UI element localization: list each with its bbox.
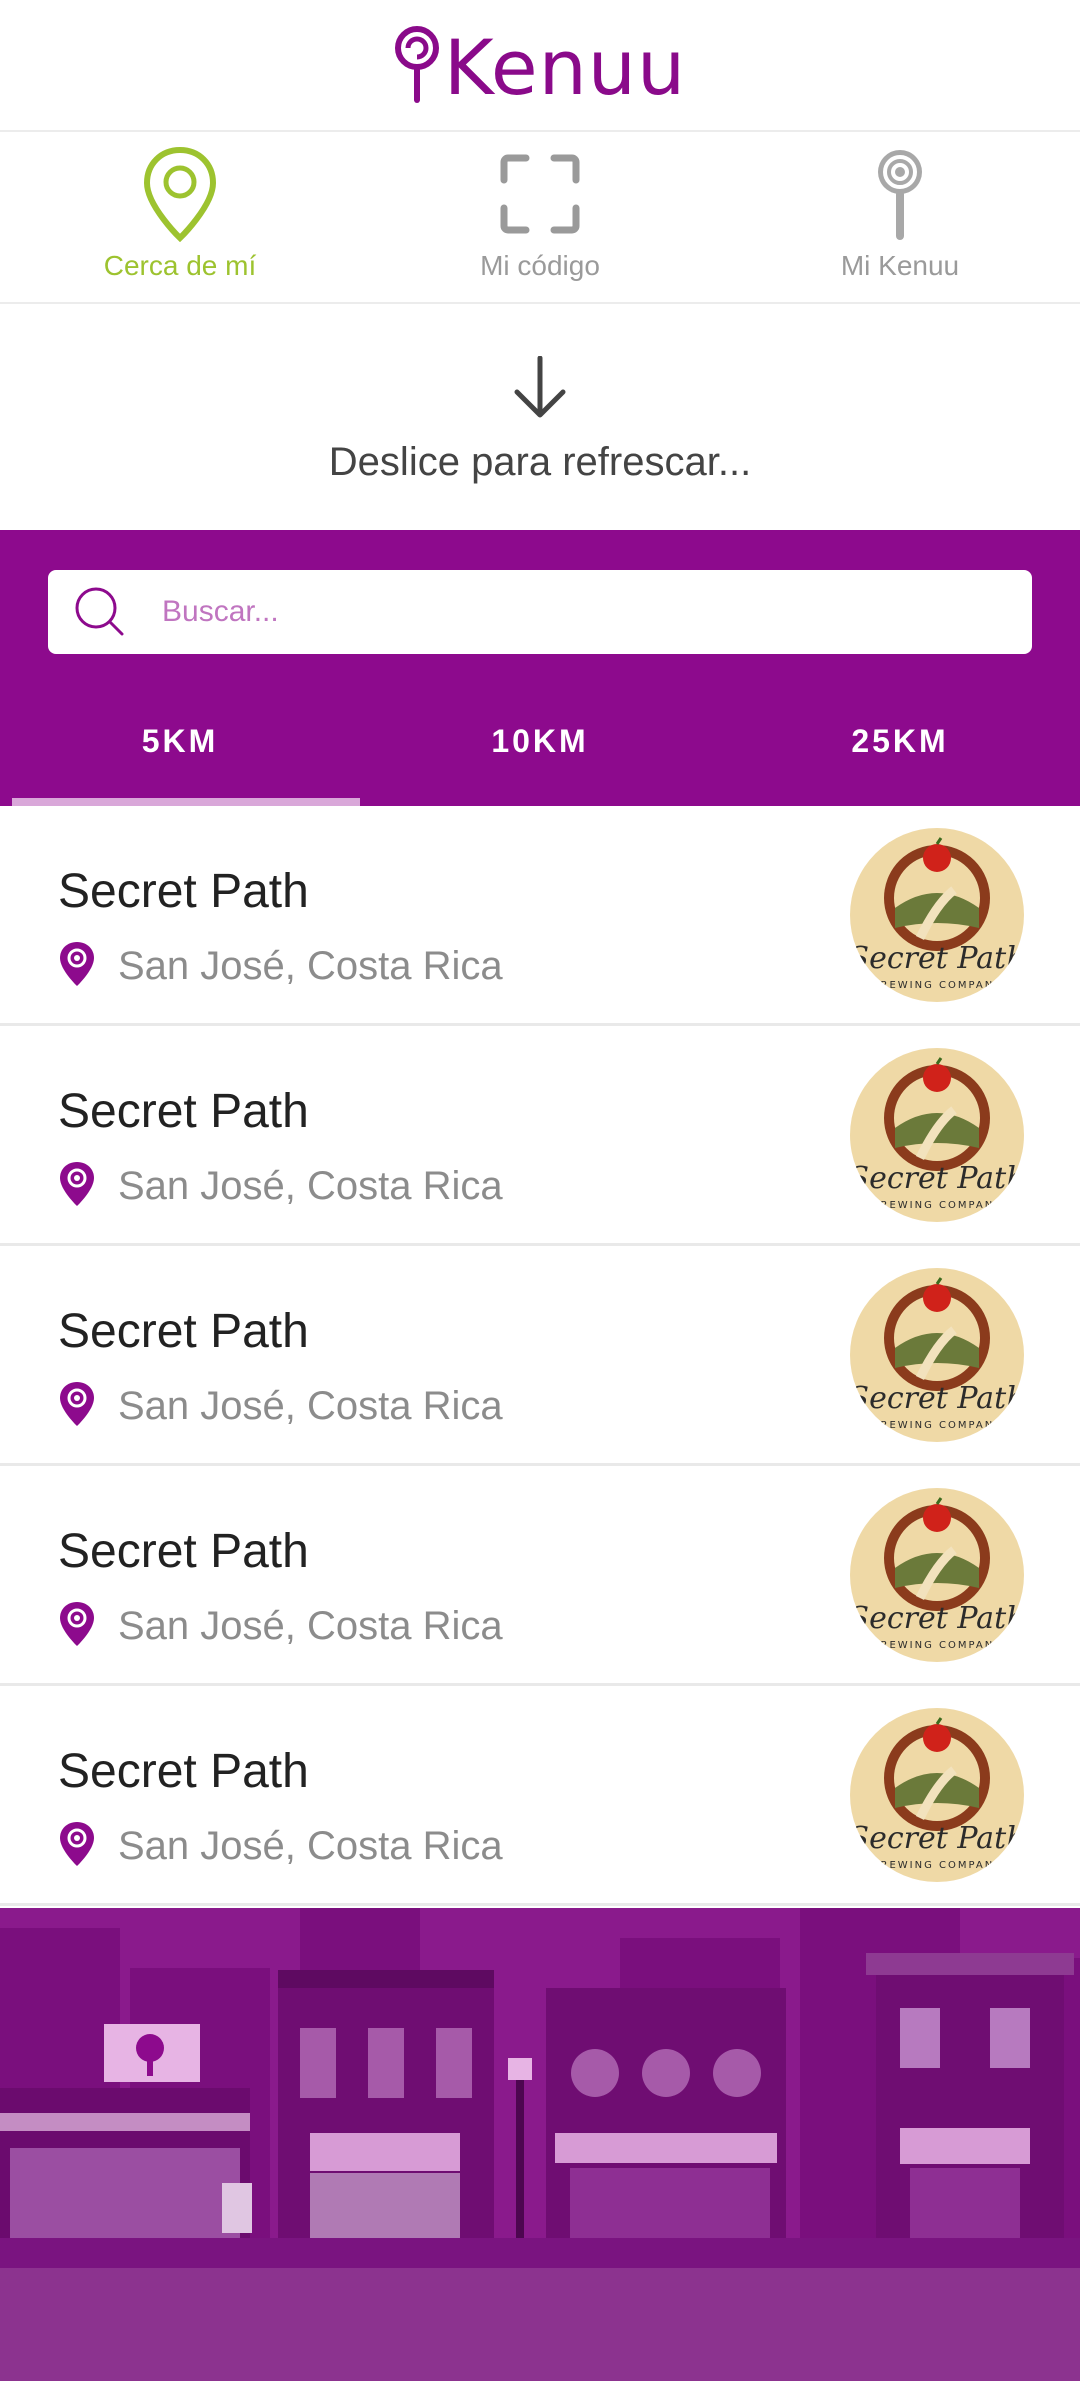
place-title: Secret Path	[58, 1085, 309, 1138]
city-skyline-graphic	[0, 1908, 1080, 2381]
list-item[interactable]: Secret Path San José, Costa Rica Secret …	[0, 1246, 1080, 1466]
secret-path-logo: Secret Path BREWING COMPANY	[850, 1048, 1024, 1222]
arrow-down-icon	[514, 356, 566, 418]
secret-path-logo: Secret Path BREWING COMPANY	[850, 828, 1024, 1002]
secret-path-logo: Secret Path BREWING COMPANY	[850, 1268, 1024, 1442]
svg-text:Secret Path: Secret Path	[850, 1601, 1024, 1636]
place-title: Secret Path	[58, 1305, 309, 1358]
list-item[interactable]: Secret Path San José, Costa Rica Secret …	[0, 1026, 1080, 1246]
location-pin-icon	[60, 1162, 94, 1206]
pull-to-refresh: Deslice para refrescar...	[0, 304, 1080, 530]
kenuu-logo: Kenuu	[394, 24, 686, 106]
place-location: San José, Costa Rica	[118, 1824, 503, 1868]
svg-text:Secret Path: Secret Path	[850, 1381, 1024, 1416]
nav-label: Mi código	[480, 250, 600, 281]
location-pin-icon	[60, 1602, 94, 1646]
nav-item-cerca-de-mi[interactable]: Cerca de mí	[0, 132, 360, 302]
lollipop-icon	[878, 150, 922, 240]
svg-text:Secret Path: Secret Path	[850, 1821, 1024, 1856]
search-bar[interactable]	[48, 570, 1032, 654]
place-location: San José, Costa Rica	[118, 1604, 503, 1648]
app-header: Kenuu	[0, 0, 1080, 132]
lollipop-logo-icon	[394, 26, 439, 103]
tab-25km[interactable]: 25KM	[720, 700, 1080, 806]
app-name: Kenuu	[443, 23, 687, 112]
place-location: San José, Costa Rica	[118, 1164, 503, 1208]
nav-label: Mi Kenuu	[840, 250, 960, 281]
city-illustration	[0, 1908, 1080, 2381]
nav-item-mi-codigo[interactable]: Mi código	[360, 132, 720, 302]
refresh-hint: Deslice para refrescar...	[328, 440, 752, 484]
list-item[interactable]: Secret Path San José, Costa Rica Secret …	[0, 1466, 1080, 1686]
svg-text:BREWING COMPANY: BREWING COMPANY	[872, 1640, 1003, 1651]
svg-text:BREWING COMPANY: BREWING COMPANY	[872, 1860, 1003, 1871]
distance-tabs: 5KM 10KM 25KM	[0, 700, 1080, 806]
list-item[interactable]: Secret Path San José, Costa Rica Secret …	[0, 806, 1080, 1026]
location-pin-icon	[60, 1382, 94, 1426]
places-list: Secret Path San José, Costa Rica Secret …	[0, 806, 1080, 1906]
tab-10km[interactable]: 10KM	[360, 700, 720, 806]
location-pin-icon	[60, 942, 94, 986]
place-location: San José, Costa Rica	[118, 1384, 503, 1428]
filter-band: 5KM 10KM 25KM	[0, 530, 1080, 806]
place-title: Secret Path	[58, 1745, 309, 1798]
secret-path-logo: Secret Path BREWING COMPANY	[850, 1488, 1024, 1662]
nav-item-mi-kenuu[interactable]: Mi Kenuu	[720, 132, 1080, 302]
search-icon	[75, 587, 124, 636]
place-title: Secret Path	[58, 1525, 309, 1578]
scan-frame-icon	[500, 154, 580, 234]
svg-text:BREWING COMPANY: BREWING COMPANY	[872, 980, 1003, 991]
place-title: Secret Path	[58, 865, 309, 918]
map-pin-icon	[143, 146, 217, 242]
svg-text:BREWING COMPANY: BREWING COMPANY	[872, 1420, 1003, 1431]
nav-label: Cerca de mí	[103, 250, 257, 281]
place-location: San José, Costa Rica	[118, 944, 503, 988]
list-item[interactable]: Secret Path San José, Costa Rica Secret …	[0, 1686, 1080, 1906]
secret-path-logo: Secret Path BREWING COMPANY	[850, 1708, 1024, 1882]
search-input[interactable]	[162, 595, 982, 629]
top-navigation: Cerca de mí Mi código Mi Kenuu	[0, 132, 1080, 304]
location-pin-icon	[60, 1822, 94, 1866]
tab-5km[interactable]: 5KM	[0, 700, 360, 806]
svg-text:Secret Path: Secret Path	[850, 941, 1024, 976]
svg-text:BREWING COMPANY: BREWING COMPANY	[872, 1200, 1003, 1211]
svg-text:Secret Path: Secret Path	[850, 1161, 1024, 1196]
